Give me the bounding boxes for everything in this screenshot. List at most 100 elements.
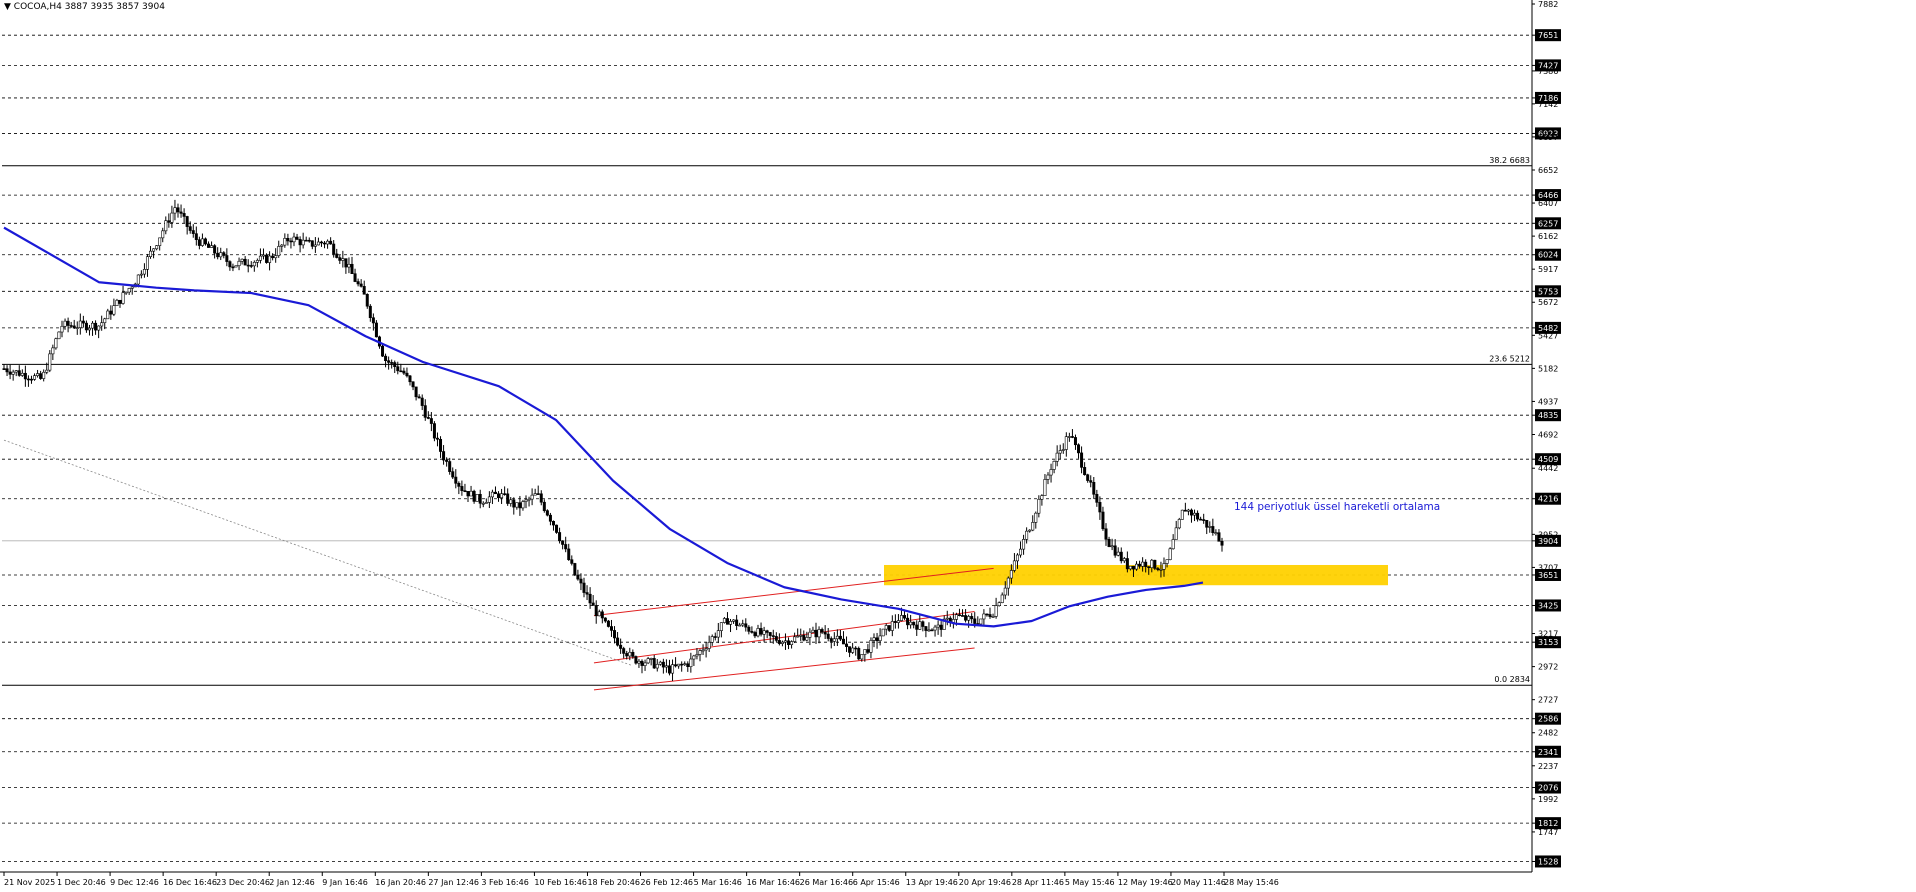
candle-body xyxy=(661,661,665,668)
candle-body xyxy=(432,423,436,439)
price-tick-label: 6407 xyxy=(1538,199,1558,208)
candle-body xyxy=(613,630,617,639)
candle-body xyxy=(350,263,354,275)
candle-body xyxy=(899,615,903,621)
candle-body xyxy=(881,628,885,637)
candle-body xyxy=(127,288,131,293)
candle-body xyxy=(161,230,165,239)
candle-body xyxy=(179,211,183,214)
candle-body xyxy=(875,637,879,642)
candle-body xyxy=(329,240,333,245)
candle-body xyxy=(246,264,250,267)
candle-body xyxy=(1205,519,1209,528)
candle-body xyxy=(545,510,549,516)
time-tick-label: 21 Nov 2025 xyxy=(4,878,55,887)
candle-body xyxy=(939,624,943,630)
candle-body xyxy=(603,617,607,622)
candle-body xyxy=(521,501,525,509)
candle-body xyxy=(719,622,723,631)
candle-body xyxy=(710,636,714,643)
candle-body xyxy=(625,653,629,657)
chart-menu-icon[interactable]: ▼ xyxy=(4,2,11,12)
time-tick-label: 20 Apr 19:46 xyxy=(959,878,1011,887)
candle-body xyxy=(738,624,742,627)
candle-body xyxy=(191,230,195,234)
candle-body xyxy=(292,236,296,243)
candle-body xyxy=(805,637,809,641)
candle-body xyxy=(258,255,262,261)
time-tick-label: 10 Feb 16:46 xyxy=(534,878,586,887)
candle-body xyxy=(698,650,702,655)
candle-body xyxy=(203,238,207,245)
price-tick-label: 7142 xyxy=(1538,100,1558,109)
candle-body xyxy=(249,265,253,267)
candle-body xyxy=(1012,560,1016,571)
candle-body xyxy=(469,490,473,497)
candle-body xyxy=(893,621,897,623)
candle-body xyxy=(493,491,497,495)
candle-body xyxy=(66,320,70,326)
candle-body xyxy=(869,640,873,653)
price-tick-label: 4692 xyxy=(1538,430,1558,439)
candle-body xyxy=(1006,577,1010,589)
candle-body xyxy=(713,636,717,638)
ema-annotation: 144 periyotluk üssel hareketli ortalama xyxy=(1234,501,1440,513)
candle-body xyxy=(277,246,281,256)
candle-body xyxy=(518,502,522,509)
candle-body xyxy=(631,651,635,657)
candle-body xyxy=(466,491,470,497)
candle-body xyxy=(884,625,888,630)
candle-body xyxy=(860,654,864,660)
candle-body xyxy=(527,498,531,501)
candle-body xyxy=(69,325,73,327)
price-tick-label: 6024 xyxy=(1538,251,1558,260)
candle-body xyxy=(640,660,644,666)
candle-body xyxy=(790,641,794,645)
candle-body xyxy=(319,241,323,244)
candle-body xyxy=(768,632,772,636)
candle-body xyxy=(497,493,501,499)
candle-body xyxy=(1052,460,1056,470)
candle-body xyxy=(1150,559,1154,569)
candle-body xyxy=(301,239,305,246)
candle-body xyxy=(1003,587,1007,596)
candle-body xyxy=(933,626,937,631)
candle-body xyxy=(542,501,546,511)
candle-body xyxy=(121,292,125,304)
price-tick-label: 2727 xyxy=(1538,696,1558,705)
candle-body xyxy=(1193,512,1197,516)
candle-body xyxy=(103,318,107,324)
candle-body xyxy=(915,624,919,630)
fib-label: 0.0 2834 xyxy=(1494,675,1530,684)
candle-body xyxy=(194,233,198,240)
candle-body xyxy=(1095,493,1099,503)
candle-body xyxy=(945,617,949,620)
candle-body xyxy=(402,370,406,374)
candle-body xyxy=(756,628,760,637)
candle-body xyxy=(255,260,259,263)
candle-body xyxy=(170,212,174,223)
candle-body xyxy=(753,632,757,637)
candle-body xyxy=(207,243,211,248)
candle-body xyxy=(225,255,229,262)
candle-body xyxy=(472,490,476,502)
price-tick-label: 4442 xyxy=(1538,464,1558,473)
candle-body xyxy=(1034,512,1038,523)
candle-body xyxy=(548,514,552,522)
candle-body xyxy=(851,647,855,653)
price-tick-label: 5182 xyxy=(1538,364,1558,373)
candle-body xyxy=(371,317,375,324)
time-tick-label: 3 Feb 16:46 xyxy=(481,878,528,887)
candle-body xyxy=(460,486,464,491)
price-tick-label: 4216 xyxy=(1538,495,1558,504)
candle-body xyxy=(26,378,30,381)
candle-body xyxy=(197,239,201,246)
candle-body xyxy=(347,263,351,268)
candle-body xyxy=(42,371,46,379)
candle-body xyxy=(695,654,699,657)
candle-body xyxy=(158,237,162,246)
candle-body xyxy=(576,574,580,580)
candle-body xyxy=(835,635,839,640)
candle-body xyxy=(848,646,852,653)
candle-body xyxy=(1083,467,1087,476)
